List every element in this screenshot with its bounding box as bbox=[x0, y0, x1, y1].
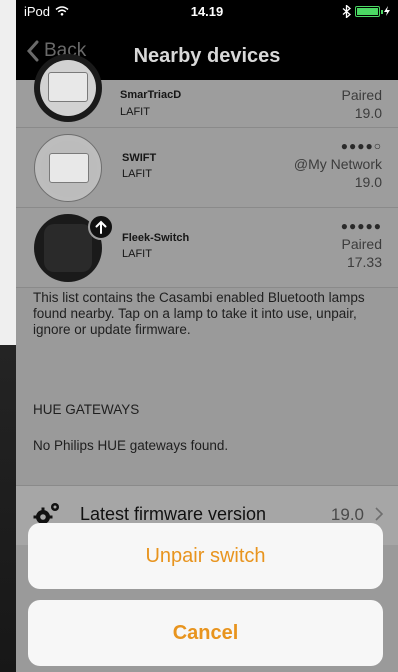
unpair-switch-button[interactable]: Unpair switch bbox=[28, 523, 383, 589]
phone-screen: iPod 14.19 Back Nearby devices SmarTriac… bbox=[16, 0, 398, 672]
cancel-button[interactable]: Cancel bbox=[28, 600, 383, 666]
bluetooth-icon bbox=[342, 4, 351, 18]
charging-icon bbox=[384, 6, 390, 16]
battery-icon bbox=[355, 5, 383, 17]
action-sheet: Unpair switch Cancel bbox=[16, 0, 398, 672]
